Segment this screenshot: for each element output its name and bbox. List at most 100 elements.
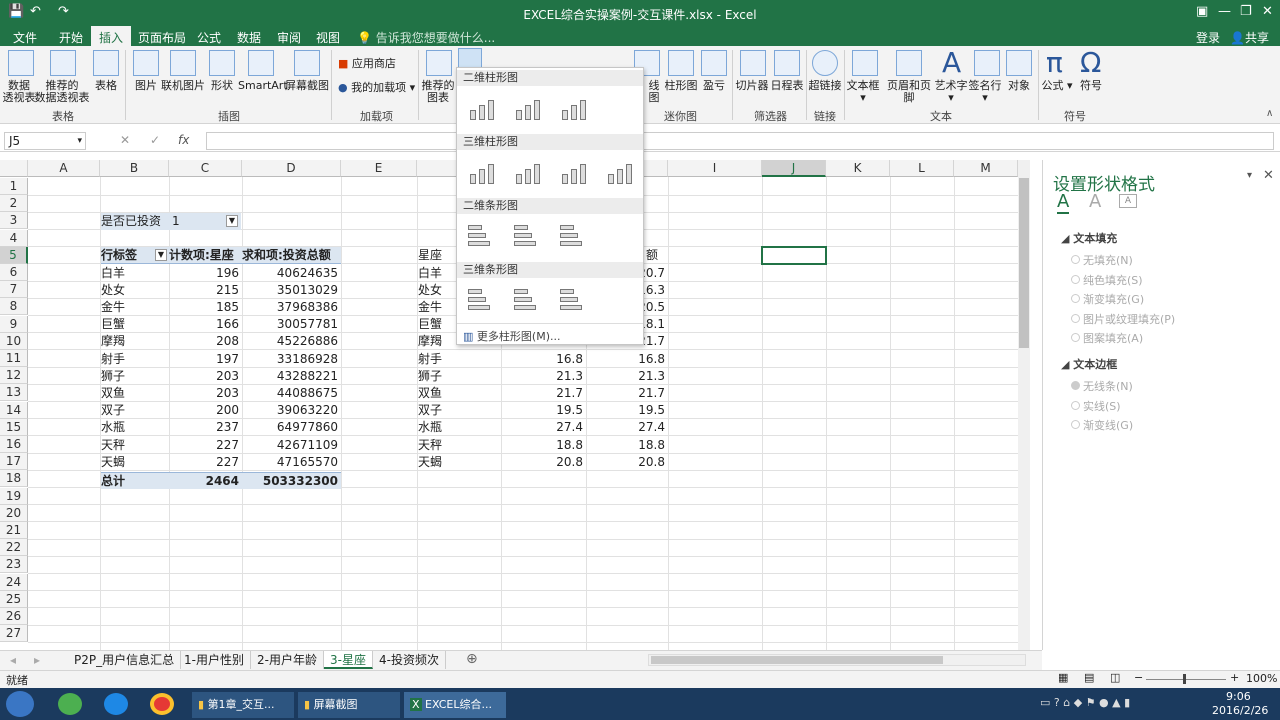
column-header-selected[interactable]: J bbox=[762, 160, 826, 177]
select-all-corner[interactable] bbox=[0, 160, 28, 177]
radio-button[interactable] bbox=[1071, 294, 1080, 304]
radio-button[interactable] bbox=[1071, 313, 1080, 323]
taskbar-item-folder[interactable]: ▮ 屏幕截图 bbox=[298, 692, 400, 718]
vertical-scroll-thumb[interactable] bbox=[1019, 178, 1029, 348]
3d-stacked-column-icon[interactable] bbox=[511, 156, 543, 188]
pivot-row-label[interactable]: 天蝎 bbox=[101, 454, 169, 471]
page-layout-icon[interactable]: ▤ bbox=[1084, 671, 1094, 684]
row-header[interactable]: 11 bbox=[0, 350, 28, 367]
row-header[interactable]: 22 bbox=[0, 539, 28, 557]
text-effects-tab[interactable]: A bbox=[1089, 192, 1101, 212]
taskbar-item-folder[interactable]: ▮ 第1章_交互... bbox=[192, 692, 294, 718]
text-fill-outline-tab[interactable]: A bbox=[1057, 192, 1070, 214]
horizontal-scrollbar[interactable] bbox=[648, 654, 1026, 666]
share-button[interactable]: 👤共享 bbox=[1230, 29, 1269, 46]
text-fill-section[interactable]: ◢ 文本填充 bbox=[1061, 230, 1117, 246]
header-footer-button[interactable]: 页眉和页脚 bbox=[882, 80, 936, 104]
column-header[interactable]: A bbox=[28, 160, 100, 177]
tab-file[interactable]: 文件 bbox=[13, 29, 37, 46]
restore-icon[interactable]: ❐ bbox=[1240, 4, 1252, 19]
online-picture-button[interactable]: 联机图片 bbox=[160, 80, 206, 92]
row-header[interactable]: 16 bbox=[0, 436, 28, 453]
radio-button[interactable] bbox=[1071, 400, 1080, 410]
zoom-out-icon[interactable]: − bbox=[1134, 671, 1143, 684]
border-option-label[interactable]: 实线(S) bbox=[1083, 398, 1121, 414]
pivot-row-label[interactable]: 摩羯 bbox=[101, 333, 169, 350]
chrome-icon[interactable] bbox=[150, 693, 174, 715]
fill-option-label[interactable]: 纯色填充(S) bbox=[1083, 272, 1143, 288]
picture-button[interactable]: 图片 bbox=[130, 80, 162, 92]
tab-review[interactable]: 审阅 bbox=[277, 29, 301, 46]
horizontal-scroll-thumb[interactable] bbox=[651, 656, 943, 664]
filter-icon[interactable]: ▼ bbox=[226, 215, 238, 227]
column-header[interactable]: B bbox=[100, 160, 169, 177]
stacked-bar-icon[interactable] bbox=[511, 220, 543, 252]
row-header[interactable]: 12 bbox=[0, 367, 28, 385]
object-button[interactable]: 对象 bbox=[1004, 80, 1034, 92]
tab-home[interactable]: 开始 bbox=[59, 29, 83, 46]
row-header[interactable]: 2 bbox=[0, 195, 28, 213]
hyperlink-button[interactable]: 超链接 bbox=[808, 80, 842, 92]
tab-view[interactable]: 视图 bbox=[316, 29, 340, 46]
clustered-column-icon[interactable] bbox=[465, 92, 497, 124]
zoom-level[interactable]: 100% bbox=[1246, 672, 1277, 685]
page-break-icon[interactable]: ◫ bbox=[1110, 671, 1120, 684]
normal-view-icon[interactable]: ▦ bbox=[1058, 671, 1068, 684]
row-header[interactable]: 25 bbox=[0, 590, 28, 608]
collapse-ribbon-icon[interactable]: ∧ bbox=[1266, 108, 1273, 119]
radio-button[interactable] bbox=[1071, 255, 1080, 264]
pivot-table-button[interactable]: 数据 透视表 bbox=[2, 80, 36, 104]
row-header[interactable]: 21 bbox=[0, 522, 28, 539]
enter-icon[interactable]: ✓ bbox=[150, 133, 160, 147]
pivot-row-label[interactable]: 双鱼 bbox=[101, 385, 169, 402]
sheet-tab[interactable]: 2-用户年龄 bbox=[251, 651, 324, 669]
symbol-button[interactable]: 符号 bbox=[1076, 80, 1106, 92]
row-header[interactable]: 15 bbox=[0, 418, 28, 436]
row-header[interactable]: 3 bbox=[0, 212, 28, 230]
column-header[interactable]: K bbox=[826, 160, 890, 177]
pivot-row-label[interactable]: 天秤 bbox=[101, 437, 169, 454]
screenshot-button[interactable]: 屏幕截图 bbox=[285, 80, 329, 92]
minimize-icon[interactable]: — bbox=[1218, 4, 1231, 19]
radio-button[interactable] bbox=[1071, 333, 1080, 343]
column-header[interactable]: M bbox=[954, 160, 1018, 177]
radio-button[interactable] bbox=[1071, 420, 1080, 430]
sheet-tab[interactable]: 4-投资频次 bbox=[373, 651, 446, 669]
insert-function-icon[interactable]: fx bbox=[178, 133, 189, 147]
row-header[interactable]: 14 bbox=[0, 401, 28, 419]
pivot-row-label[interactable]: 处女 bbox=[101, 282, 169, 299]
row-header[interactable]: 20 bbox=[0, 504, 28, 522]
more-column-charts-link[interactable]: ▥ 更多柱形图(M)... bbox=[463, 328, 560, 344]
radio-button[interactable] bbox=[1071, 381, 1080, 390]
refresh-app-icon[interactable] bbox=[58, 693, 82, 715]
equation-button[interactable]: 公式 ▾ bbox=[1040, 80, 1074, 92]
row-header-selected[interactable]: 5 bbox=[0, 246, 28, 264]
radio-button[interactable] bbox=[1071, 274, 1080, 284]
ribbon-display-icon[interactable]: ▣ bbox=[1196, 4, 1208, 19]
percent-stacked-bar-icon[interactable] bbox=[557, 220, 589, 252]
login-link[interactable]: 登录 bbox=[1196, 29, 1220, 46]
row-header[interactable]: 27 bbox=[0, 625, 28, 643]
pivot-row-label[interactable]: 狮子 bbox=[101, 368, 169, 385]
row-header[interactable]: 26 bbox=[0, 608, 28, 625]
pivot-row-label[interactable]: 双子 bbox=[101, 402, 169, 419]
row-header[interactable]: 1 bbox=[0, 178, 28, 195]
clustered-bar-icon[interactable] bbox=[465, 220, 497, 252]
text-border-section[interactable]: ◢ 文本边框 bbox=[1061, 356, 1117, 372]
tell-me-search[interactable]: 💡 告诉我您想要做什么... bbox=[357, 29, 495, 46]
tab-page-layout[interactable]: 页面布局 bbox=[138, 29, 186, 46]
new-sheet-icon[interactable]: ⊕ bbox=[466, 651, 478, 667]
column-header[interactable]: I bbox=[668, 160, 762, 177]
cancel-icon[interactable]: ✕ bbox=[120, 133, 130, 147]
sparkline-line-button[interactable]: 线图 bbox=[644, 80, 664, 104]
filter-dropdown-icon[interactable]: ▼ bbox=[155, 249, 167, 261]
zoom-slider[interactable] bbox=[1146, 679, 1226, 680]
row-header[interactable]: 10 bbox=[0, 332, 28, 350]
recommended-pivot-button[interactable]: 推荐的 数据透视表 bbox=[34, 80, 90, 104]
column-header[interactable]: E bbox=[341, 160, 417, 177]
pivot-row-label[interactable]: 水瓶 bbox=[101, 419, 169, 436]
fill-option-label[interactable]: 渐变填充(G) bbox=[1083, 291, 1144, 307]
taskbar-item-excel[interactable]: X EXCEL综合... bbox=[404, 692, 506, 718]
pivot-row-label[interactable]: 白羊 bbox=[101, 265, 169, 282]
signature-line-button[interactable]: 签名行 ▾ bbox=[968, 80, 1002, 104]
